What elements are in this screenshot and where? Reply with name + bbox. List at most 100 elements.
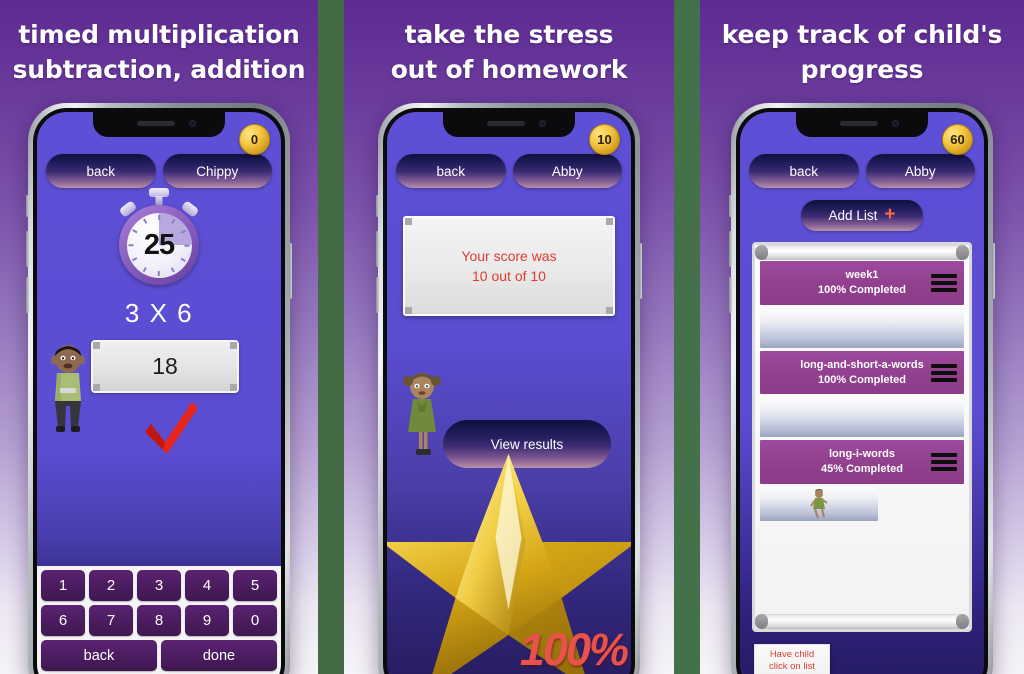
profile-name-button[interactable]: Abby xyxy=(865,154,975,188)
front-camera-icon xyxy=(892,120,899,127)
key-4[interactable]: 4 xyxy=(185,570,229,601)
add-list-row: Add List + xyxy=(749,200,975,231)
keypad-row-3: back done xyxy=(41,640,277,671)
screenshot-stage: timed multiplication subtraction, additi… xyxy=(0,0,1024,674)
drag-handle-icon[interactable] xyxy=(931,453,957,472)
back-button[interactable]: back xyxy=(749,154,859,188)
corner-screw-icon xyxy=(606,218,613,225)
question-text: 3 X 6 xyxy=(124,298,194,328)
keypad-row-2: 6 7 8 9 0 xyxy=(41,605,277,636)
tooltip-line-2: click on list xyxy=(769,661,815,673)
coin-badge: 0 xyxy=(239,124,270,155)
corner-screw-icon xyxy=(93,384,100,391)
headline-line-1: keep track of child's xyxy=(721,20,1003,49)
corner-screw-icon xyxy=(230,342,237,349)
mute-switch[interactable] xyxy=(729,195,732,217)
list-item-title: long-and-short-a-words xyxy=(800,358,924,371)
list-item-running-figure[interactable] xyxy=(760,487,878,522)
nav-bar-2: back Abby xyxy=(396,154,622,188)
headline-line-2: out of homework xyxy=(390,54,628,84)
profile-name-button[interactable]: Chippy xyxy=(162,154,272,188)
panel-divider-1 xyxy=(318,0,344,674)
volume-down-button[interactable] xyxy=(376,277,379,313)
power-button[interactable] xyxy=(992,243,995,299)
power-button[interactable] xyxy=(639,243,642,299)
list-item[interactable]: long-and-short-a-words 100% Completed xyxy=(760,350,964,395)
keypad-done-button[interactable]: done xyxy=(161,640,277,671)
key-9[interactable]: 9 xyxy=(185,605,229,636)
panel-divider-2 xyxy=(674,0,700,674)
rail-cap-right-icon xyxy=(956,245,969,260)
mute-switch[interactable] xyxy=(26,195,29,217)
rail-cap-left-icon xyxy=(755,614,768,629)
plus-icon: + xyxy=(884,204,896,225)
headline-line-1: timed multiplication xyxy=(18,20,300,49)
profile-name-button[interactable]: Abby xyxy=(512,154,622,188)
phone-frame-2: 10 back Abby Your score was 10 out of 10 xyxy=(376,103,642,674)
key-2[interactable]: 2 xyxy=(89,570,133,601)
add-list-label: Add List xyxy=(828,208,878,223)
nav-bar-1: back Chippy xyxy=(46,154,272,188)
list-item-status: 100% Completed xyxy=(817,283,907,296)
list-item-empty[interactable] xyxy=(760,397,964,438)
key-1[interactable]: 1 xyxy=(41,570,85,601)
corner-screw-icon xyxy=(93,342,100,349)
back-button[interactable]: back xyxy=(46,154,156,188)
avatar-girl xyxy=(403,370,441,460)
panel-1-headline: timed multiplication subtraction, additi… xyxy=(0,18,318,87)
key-0[interactable]: 0 xyxy=(233,605,277,636)
keypad-row-1: 1 2 3 4 5 xyxy=(41,570,277,601)
key-3[interactable]: 3 xyxy=(137,570,181,601)
headline-line-2: progress xyxy=(800,54,924,84)
panel-progress: keep track of child's progress 60 back A… xyxy=(700,0,1024,674)
percent-score-label: 100% xyxy=(519,624,629,674)
answer-value: 18 xyxy=(152,353,178,379)
add-list-button[interactable]: Add List + xyxy=(801,200,923,231)
corner-screw-icon xyxy=(405,218,412,225)
phone-frame-3: 60 back Abby Add List + week1 100% Compl… xyxy=(729,103,995,674)
back-button[interactable]: back xyxy=(396,154,506,188)
power-button[interactable] xyxy=(289,243,292,299)
stopwatch-stem-icon xyxy=(155,196,163,205)
rail-cap-right-icon xyxy=(956,614,969,629)
key-7[interactable]: 7 xyxy=(89,605,133,636)
corner-screw-icon xyxy=(606,307,613,314)
keypad-back-button[interactable]: back xyxy=(41,640,157,671)
phone-bezel-2: 10 back Abby Your score was 10 out of 10 xyxy=(383,108,635,674)
panel-2-headline: take the stress out of homework xyxy=(344,18,674,87)
key-8[interactable]: 8 xyxy=(137,605,181,636)
drag-handle-icon[interactable] xyxy=(931,273,957,292)
app-screen-lists: 60 back Abby Add List + week1 100% Compl… xyxy=(740,112,984,674)
front-camera-icon xyxy=(189,120,196,127)
panel-multiplication: timed multiplication subtraction, additi… xyxy=(0,0,318,674)
key-5[interactable]: 5 xyxy=(233,570,277,601)
stopwatch-face: 25 xyxy=(126,212,192,278)
volume-up-button[interactable] xyxy=(26,231,29,267)
phone-frame-1: 0 back Chippy 25 3 X 6 18 1 2 3 4 5 6 7 … xyxy=(26,103,292,674)
volume-down-button[interactable] xyxy=(729,277,732,313)
drag-handle-icon[interactable] xyxy=(931,363,957,382)
list-item[interactable]: long-i-words 45% Completed xyxy=(760,440,964,485)
app-screen-results: 10 back Abby Your score was 10 out of 10 xyxy=(387,112,631,674)
volume-up-button[interactable] xyxy=(376,231,379,267)
volume-down-button[interactable] xyxy=(26,277,29,313)
phone-bezel-3: 60 back Abby Add List + week1 100% Compl… xyxy=(736,108,988,674)
list-item-empty[interactable] xyxy=(760,307,964,348)
coin-count: 0 xyxy=(250,132,259,147)
list-item-title: long-i-words xyxy=(829,448,895,461)
answer-input-box[interactable]: 18 xyxy=(91,340,239,393)
panel-results: take the stress out of homework 10 back … xyxy=(344,0,674,674)
mute-switch[interactable] xyxy=(376,195,379,217)
headline-line-2: subtraction, addition xyxy=(12,54,306,84)
coin-count: 60 xyxy=(950,132,965,147)
coin-count: 10 xyxy=(597,132,612,147)
key-6[interactable]: 6 xyxy=(41,605,85,636)
list-items-container: week1 100% Completed long-and-short-a-wo… xyxy=(760,261,964,613)
score-card: Your score was 10 out of 10 xyxy=(403,216,615,316)
correct-checkmark-icon xyxy=(141,400,201,458)
volume-up-button[interactable] xyxy=(729,231,732,267)
list-item[interactable]: week1 100% Completed xyxy=(760,261,964,305)
notch xyxy=(796,112,928,137)
score-line-2: 10 out of 10 xyxy=(472,268,546,284)
earpiece-speaker xyxy=(840,121,878,126)
